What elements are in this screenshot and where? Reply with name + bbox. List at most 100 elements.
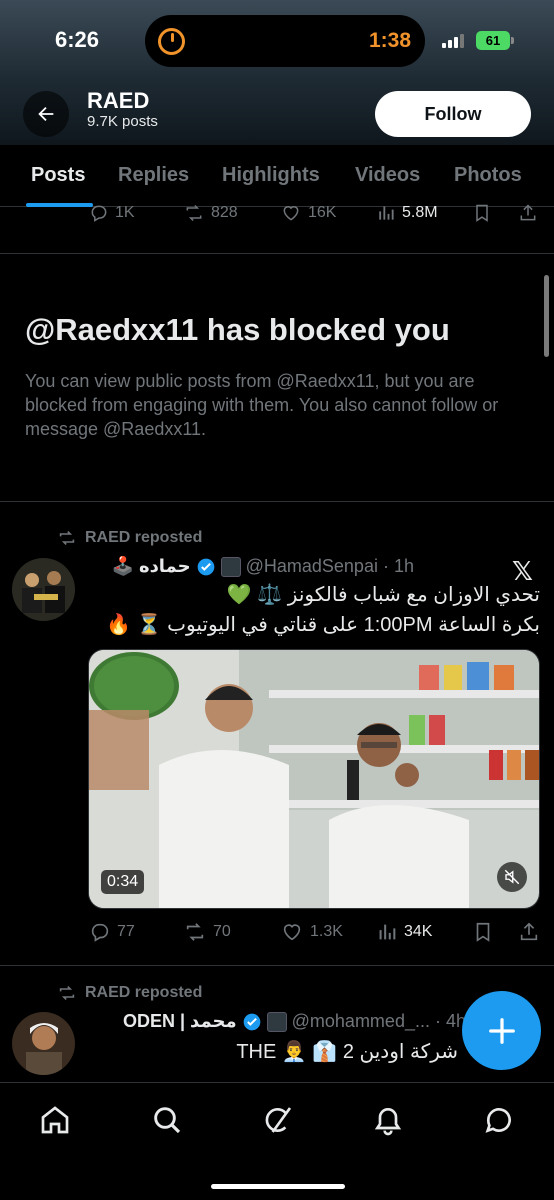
views-count: 34K <box>404 923 433 940</box>
profile-name: RAED <box>87 88 150 113</box>
verified-badge-icon <box>243 1013 260 1030</box>
bell-icon <box>374 1108 402 1136</box>
video-player[interactable]: 0:34 <box>88 649 540 909</box>
share-button[interactable] <box>518 203 538 223</box>
blocked-message: You can view public posts from @Raedxx11… <box>25 371 499 439</box>
reply-count: 77 <box>117 923 135 940</box>
compose-button[interactable] <box>462 991 541 1070</box>
heart-icon <box>283 924 301 941</box>
post-line: شركة اودين 2 👔 👨‍💼 THE <box>236 1041 458 1063</box>
reply-icon <box>91 923 109 942</box>
video-thumbnail <box>89 650 539 908</box>
affiliation-badge-icon <box>266 1011 287 1032</box>
timer-icon <box>158 28 185 55</box>
tab-highlights[interactable]: Highlights <box>222 164 320 187</box>
post-time: · 1h <box>382 556 414 576</box>
repost-label: RAED reposted <box>85 984 203 1001</box>
repost-indicator: RAED reposted <box>57 529 202 547</box>
reply-button[interactable]: 1K <box>89 203 135 223</box>
nav-messages[interactable] <box>481 1102 517 1138</box>
post-header: ODEN | محمد @mohammed_... · 4h <box>123 1011 466 1032</box>
views-count: 5.8M <box>402 204 438 221</box>
home-indicator[interactable] <box>211 1184 345 1189</box>
reply-button[interactable]: 77 <box>89 921 135 943</box>
post-line: تحدي الاوزان مع شباب فالكونز ⚖️ 💚 <box>226 584 540 606</box>
tab-videos[interactable]: Videos <box>355 164 420 187</box>
repost-indicator: RAED reposted <box>57 984 202 1002</box>
post-line: بكرة الساعة 1:00PM على قناتي في اليوتيوب… <box>106 614 540 636</box>
tab-replies[interactable]: Replies <box>118 164 189 187</box>
repost-icon <box>186 923 204 941</box>
battery-level: 61 <box>485 33 501 48</box>
affiliation-badge-icon <box>220 556 241 577</box>
post-header: 🕹️ حماده @HamadSenpai · 1h <box>112 556 414 577</box>
nav-notifications[interactable] <box>370 1102 406 1138</box>
views-button[interactable]: 34K <box>376 921 432 943</box>
status-time: 6:26 <box>55 27 100 52</box>
reply-count: 1K <box>115 204 135 221</box>
nav-home[interactable] <box>37 1102 73 1138</box>
author-handle[interactable]: @mohammed_... <box>292 1011 430 1032</box>
bookmark-icon <box>476 922 490 942</box>
post-actions: 77 70 1.3K 34K <box>0 921 554 951</box>
battery-icon: 61 <box>476 31 514 50</box>
like-button[interactable]: 1.3K <box>280 921 343 943</box>
share-button[interactable] <box>518 921 540 943</box>
author-name[interactable]: ODEN | محمد <box>123 1011 237 1032</box>
profile-post-count: 9.7K posts <box>87 113 158 130</box>
share-icon <box>520 204 536 221</box>
avatar[interactable] <box>12 558 75 621</box>
divider <box>0 965 554 966</box>
mute-button[interactable] <box>497 862 527 892</box>
blocked-title: @Raedxx11 has blocked you <box>25 312 450 347</box>
post-text: شركة اودين 2 👔 👨‍💼 THE <box>236 1037 458 1067</box>
reply-icon <box>91 205 107 222</box>
bookmark-button[interactable] <box>472 921 494 943</box>
back-button[interactable] <box>23 91 69 137</box>
repost-icon <box>186 204 202 222</box>
views-icon <box>379 924 396 940</box>
like-count: 16K <box>308 204 337 221</box>
repost-label: RAED reposted <box>85 529 203 546</box>
island-timer: 1:38 <box>368 29 411 52</box>
bookmark-button[interactable] <box>472 203 492 223</box>
profile-header: 6:26 1:38 61 RAED 9.7K posts Follow <box>0 0 554 145</box>
nav-grok[interactable] <box>260 1102 296 1138</box>
heart-icon <box>283 206 299 221</box>
views-button[interactable]: 5.8M <box>376 203 438 223</box>
author-emoji: 🕹️ <box>111 556 134 576</box>
repost-count: 828 <box>211 204 238 221</box>
post-text: تحدي الاوزان مع شباب فالكونز ⚖️ 💚 بكرة ا… <box>106 580 540 640</box>
avatar[interactable] <box>12 1012 75 1075</box>
repost-button[interactable]: 70 <box>183 921 231 943</box>
divider <box>0 501 554 502</box>
like-count: 1.3K <box>310 923 343 940</box>
scrollbar[interactable] <box>544 275 549 357</box>
follow-button[interactable]: Follow <box>375 91 531 137</box>
author-name[interactable]: حماده <box>139 556 191 577</box>
repost-icon <box>59 531 75 545</box>
arrow-left-icon <box>38 106 54 122</box>
repost-icon <box>59 986 75 1000</box>
like-button[interactable]: 16K <box>280 203 336 223</box>
grok-icon <box>265 1107 292 1133</box>
bookmark-icon <box>476 204 488 222</box>
video-duration: 0:34 <box>101 870 145 894</box>
messages-icon <box>485 1108 511 1133</box>
tab-posts[interactable]: Posts <box>31 164 85 187</box>
repost-count: 70 <box>213 923 231 940</box>
views-icon <box>379 206 394 220</box>
prev-post-actions: 1K 828 16K 5.8M <box>0 203 554 233</box>
verified-badge-icon <box>197 558 214 575</box>
signal-icon <box>442 34 466 48</box>
divider <box>0 253 554 254</box>
dynamic-island: 1:38 <box>145 15 425 67</box>
author-handle[interactable]: @HamadSenpai <box>246 556 378 577</box>
home-icon <box>41 1106 69 1134</box>
repost-button[interactable]: 828 <box>183 203 238 223</box>
share-icon <box>520 922 538 941</box>
search-icon <box>154 1107 181 1134</box>
tab-photos[interactable]: Photos <box>454 164 522 187</box>
bottom-nav <box>0 1082 554 1200</box>
nav-search[interactable] <box>149 1102 185 1138</box>
